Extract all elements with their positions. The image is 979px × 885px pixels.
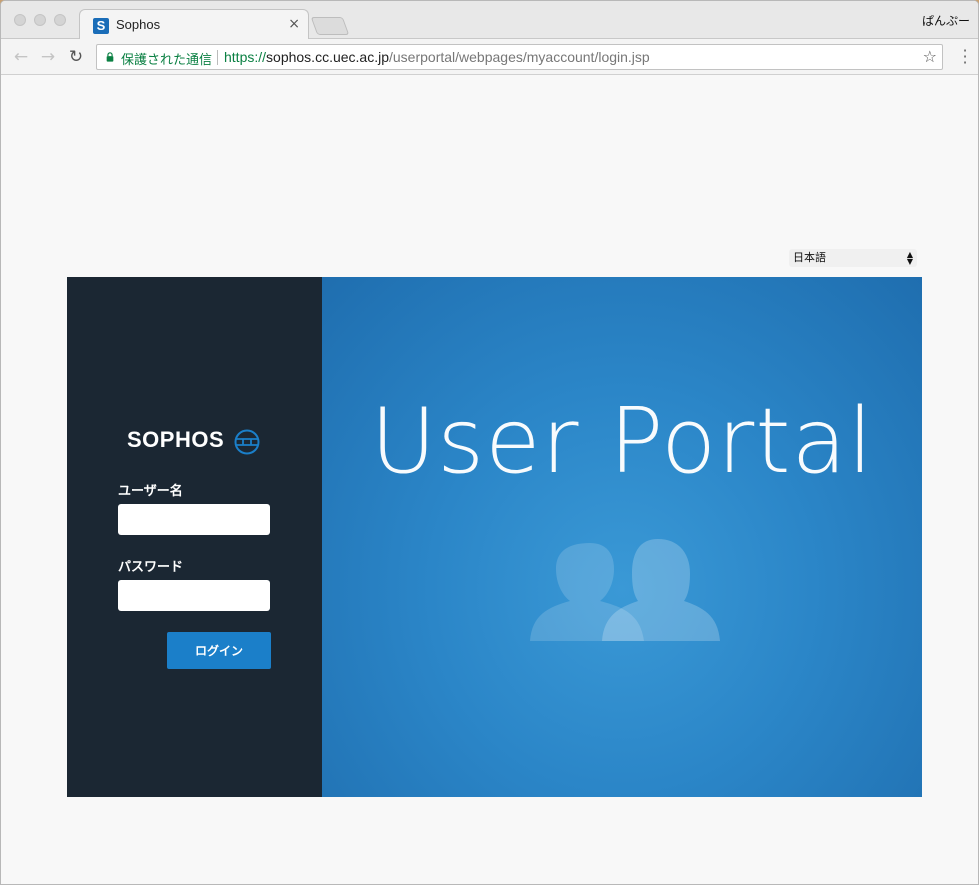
- sophos-logo: SOPHOS: [127, 427, 225, 452]
- profile-name[interactable]: ぱんぷー: [922, 12, 970, 29]
- url-text[interactable]: https://sophos.cc.uec.ac.jp/userportal/w…: [224, 49, 650, 65]
- page-content: 日本語 ▲ ▼ SOPHOS ユーザー名 パスワード ログイン User Por…: [1, 76, 978, 884]
- password-label: パスワード: [118, 560, 184, 575]
- browser-toolbar: ← → ↻ 保護された通信 https://sophos.cc.uec.ac.j…: [1, 39, 978, 75]
- browser-menu-icon[interactable]: · · ·: [962, 43, 968, 71]
- new-tab-button[interactable]: [310, 17, 350, 35]
- minimize-window-button[interactable]: [34, 14, 46, 26]
- tab-title: Sophos: [116, 17, 161, 32]
- globe-icon: [234, 429, 260, 455]
- users-icon: [530, 539, 720, 641]
- url-host: sophos.cc.uec.ac.jp: [266, 49, 389, 65]
- zoom-window-button[interactable]: [54, 14, 66, 26]
- reload-icon[interactable]: ↻: [65, 46, 87, 68]
- username-input[interactable]: [118, 504, 270, 535]
- forward-icon[interactable]: →: [37, 46, 59, 68]
- password-input[interactable]: [118, 580, 270, 611]
- tab-close-icon[interactable]: ×: [288, 16, 300, 32]
- back-icon[interactable]: ←: [10, 46, 32, 68]
- hero-panel: User Portal: [322, 277, 922, 797]
- login-card: SOPHOS ユーザー名 パスワード ログイン User Portal: [67, 277, 922, 797]
- username-label: ユーザー名: [118, 484, 183, 499]
- login-panel: SOPHOS ユーザー名 パスワード ログイン: [67, 277, 322, 797]
- bookmark-star-icon[interactable]: ☆: [923, 47, 937, 66]
- tab-strip: S Sophos × ぱんぷー: [1, 1, 978, 40]
- select-arrows-icon: ▲ ▼: [906, 250, 913, 266]
- browser-window: S Sophos × ぱんぷー ← → ↻ 保護された通信 https://so…: [0, 0, 979, 885]
- sophos-favicon-icon: S: [93, 18, 109, 34]
- secure-connection-label[interactable]: 保護された通信: [121, 49, 212, 68]
- language-select-value: 日本語: [793, 251, 826, 264]
- tab-sophos[interactable]: S Sophos ×: [79, 9, 309, 40]
- url-path: /userportal/webpages/myaccount/login.jsp: [389, 49, 650, 65]
- hero-title: User Portal: [370, 389, 874, 494]
- login-button[interactable]: ログイン: [167, 632, 271, 669]
- lock-icon: [106, 52, 114, 62]
- language-select[interactable]: 日本語 ▲ ▼: [789, 249, 917, 267]
- url-scheme: https://: [224, 49, 267, 65]
- address-bar[interactable]: 保護された通信 https://sophos.cc.uec.ac.jp/user…: [96, 44, 943, 70]
- close-window-button[interactable]: [14, 14, 26, 26]
- omnibox-separator: [217, 50, 218, 65]
